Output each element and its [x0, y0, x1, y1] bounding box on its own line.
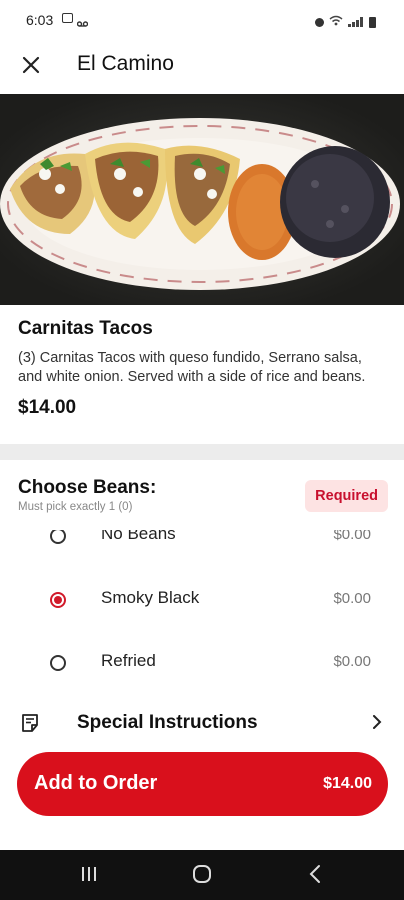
close-icon	[22, 56, 40, 74]
add-to-order-button[interactable]: Add to Order $14.00	[17, 752, 388, 816]
back-icon[interactable]	[308, 864, 322, 889]
option-group-header: Choose Beans: Must pick exactly 1 (0) Re…	[18, 477, 388, 513]
item-info: Carnitas Tacos (3) Carnitas Tacos with q…	[18, 318, 386, 419]
home-icon[interactable]	[192, 864, 212, 889]
item-description: (3) Carnitas Tacos with queso fundido, S…	[18, 350, 366, 385]
radio-selected-icon[interactable]	[50, 592, 66, 608]
option-price: $0.00	[333, 590, 371, 607]
recents-icon[interactable]	[80, 864, 98, 889]
special-instructions-row[interactable]: Special Instructions	[0, 703, 404, 743]
option-price: $0.00	[333, 530, 371, 543]
signal-icon	[348, 17, 364, 27]
battery-icon	[369, 16, 376, 28]
item-price: $14.00	[18, 397, 77, 418]
header: El Camino	[0, 40, 404, 92]
close-button[interactable]	[18, 52, 44, 78]
voicemail-icon	[76, 15, 89, 27]
note-icon	[20, 713, 40, 738]
add-to-order-label: Add to Order	[34, 772, 158, 794]
chevron-right-icon	[372, 715, 382, 734]
status-time: 6:03	[26, 12, 54, 28]
required-badge: Required	[305, 480, 388, 512]
option-label: Smoky Black	[101, 588, 200, 607]
option-label: Refried	[101, 651, 156, 670]
special-instructions-label: Special Instructions	[77, 712, 258, 733]
wifi-icon	[329, 13, 343, 31]
option-label: No Beans	[101, 530, 176, 543]
option-refried[interactable]: Refried $0.00	[0, 635, 404, 690]
option-price: $0.00	[333, 653, 371, 670]
option-smoky-black[interactable]: Smoky Black $0.00	[0, 572, 404, 632]
options-list[interactable]: No Beans $0.00 Smoky Black $0.00 Refried…	[0, 530, 404, 690]
section-divider	[0, 444, 404, 460]
add-to-order-price: $14.00	[323, 775, 372, 792]
navigation-bar	[0, 850, 404, 900]
gallery-icon	[62, 13, 73, 23]
alarm-icon	[315, 17, 324, 27]
page-title: El Camino	[77, 52, 174, 75]
item-photo	[0, 94, 404, 305]
item-name: Carnitas Tacos	[18, 318, 153, 339]
radio-unselected-icon[interactable]	[50, 530, 66, 544]
status-bar: 6:03	[0, 0, 404, 40]
option-no-beans[interactable]: No Beans $0.00	[0, 530, 404, 568]
radio-unselected-icon[interactable]	[50, 655, 66, 671]
